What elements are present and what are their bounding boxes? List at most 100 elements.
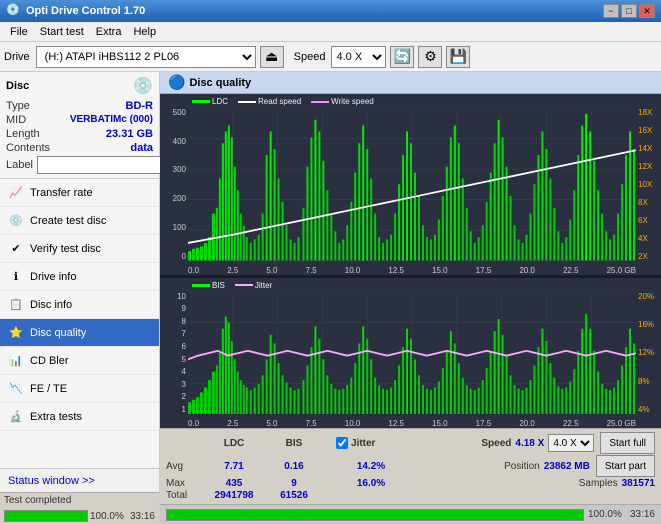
app-title: Opti Drive Control 1.70 <box>26 5 603 17</box>
legend-ldc-color <box>192 100 210 103</box>
extra-tests-icon: 🔬 <box>8 409 24 425</box>
legend-jitter: Jitter <box>235 281 272 290</box>
cd-bler-icon: 📊 <box>8 353 24 369</box>
nav-verify-test-disc[interactable]: ✔ Verify test disc <box>0 235 159 263</box>
right-progress-track <box>166 509 584 521</box>
position-area: Position 23862 MB <box>504 461 590 472</box>
total-label: Total <box>166 490 204 501</box>
position-label: Position <box>504 461 540 472</box>
progress-time: 33:16 <box>130 511 155 522</box>
disc-mid-label: MID <box>6 114 26 126</box>
disc-section-icon: 💿 <box>133 76 153 96</box>
nav-verify-test-disc-label: Verify test disc <box>30 243 101 255</box>
chart1-y-right: 18X 16X 14X 12X 10X 8X 6X 4X 2X <box>636 108 661 261</box>
chart1-x-labels: 0.0 2.5 5.0 7.5 10.0 12.5 15.0 17.5 20.0… <box>188 266 636 275</box>
nav-fe-te[interactable]: 📉 FE / TE <box>0 375 159 403</box>
speed-area: Speed 4.18 X 4.0 X <box>481 434 594 452</box>
nav-create-test-disc-label: Create test disc <box>30 215 106 227</box>
window-controls: − □ ✕ <box>603 4 655 18</box>
total-ldc: 2941798 <box>204 490 264 501</box>
legend-bis-label: BIS <box>212 281 225 290</box>
close-button[interactable]: ✕ <box>639 4 655 18</box>
legend-bis-color <box>192 284 210 287</box>
nav-fe-te-label: FE / TE <box>30 383 67 395</box>
menu-file[interactable]: File <box>4 24 34 40</box>
stat-header-bis: BIS <box>264 438 324 449</box>
disc-length-label: Length <box>6 128 40 140</box>
stats-total-row: Total 2941798 61526 <box>166 490 655 501</box>
menu-extra[interactable]: Extra <box>90 24 128 40</box>
avg-bis: 0.16 <box>264 461 324 472</box>
max-ldc: 435 <box>204 478 264 489</box>
chart1-y-left: 500 400 300 200 100 0 <box>160 108 188 261</box>
app-icon: 💿 <box>6 3 22 19</box>
status-window-button[interactable]: Status window >> <box>0 468 159 492</box>
save-button[interactable]: 💾 <box>446 46 470 68</box>
samples-value: 381571 <box>622 478 655 489</box>
disc-section: Disc 💿 Type BD-R MID VERBATIMc (000) Len… <box>0 72 159 179</box>
max-jitter: 16.0% <box>336 478 406 489</box>
disc-contents-value: data <box>130 142 153 154</box>
legend-read-color <box>238 101 256 103</box>
charts-area: LDC Read speed Write speed 500 400 <box>160 94 661 428</box>
status-label: Test completed <box>4 495 71 506</box>
nav-create-test-disc[interactable]: 💿 Create test disc <box>0 207 159 235</box>
stats-avg-row: Avg 7.71 0.16 14.2% Position 23862 MB St… <box>166 455 655 477</box>
right-progress-percent: 100.0% <box>588 509 626 520</box>
start-part-button[interactable]: Start part <box>596 455 655 477</box>
total-bis: 61526 <box>264 490 324 501</box>
disc-quality-header: 🔵 Disc quality <box>160 72 661 94</box>
avg-ldc: 7.71 <box>204 461 264 472</box>
nav-drive-info[interactable]: ℹ Drive info <box>0 263 159 291</box>
nav-extra-tests[interactable]: 🔬 Extra tests <box>0 403 159 431</box>
chart1-container: LDC Read speed Write speed 500 400 <box>160 94 661 275</box>
title-bar: 💿 Opti Drive Control 1.70 − □ ✕ <box>0 0 661 22</box>
eject-button[interactable]: ⏏ <box>260 46 284 68</box>
minimize-button[interactable]: − <box>603 4 619 18</box>
legend-read-speed: Read speed <box>238 97 301 106</box>
stat-speed-select[interactable]: 4.0 X <box>548 434 594 452</box>
menu-bar: File Start test Extra Help <box>0 22 661 42</box>
maximize-button[interactable]: □ <box>621 4 637 18</box>
right-progress-bar: 100.0% 33:16 <box>160 504 661 524</box>
position-value: 23862 MB <box>544 461 590 472</box>
right-progress-time: 33:16 <box>630 509 655 520</box>
nav-disc-info[interactable]: 📋 Disc info <box>0 291 159 319</box>
chart2-y-left: 10 9 8 7 6 5 4 3 2 1 <box>160 292 188 414</box>
settings-button[interactable]: ⚙ <box>418 46 442 68</box>
menu-start-test[interactable]: Start test <box>34 24 90 40</box>
stat-header-speed: Speed <box>481 438 511 449</box>
legend-ldc-label: LDC <box>212 97 228 106</box>
disc-quality-header-icon: 🔵 <box>168 74 185 91</box>
chart2-legend: BIS Jitter <box>192 281 272 290</box>
chart2-x-labels: 0.0 2.5 5.0 7.5 10.0 12.5 15.0 17.5 20.0… <box>188 419 636 428</box>
jitter-checkbox[interactable] <box>336 437 348 449</box>
nav-transfer-rate[interactable]: 📈 Transfer rate <box>0 179 159 207</box>
nav-cd-bler[interactable]: 📊 CD Bler <box>0 347 159 375</box>
transfer-rate-icon: 📈 <box>8 185 24 201</box>
nav-disc-quality[interactable]: ⭐ Disc quality <box>0 319 159 347</box>
disc-type-value: BD-R <box>126 100 154 112</box>
disc-quality-icon: ⭐ <box>8 325 24 341</box>
stat-speed-value: 4.18 X <box>515 438 544 449</box>
disc-contents-label: Contents <box>6 142 50 154</box>
disc-label-input[interactable] <box>37 156 175 174</box>
progress-percent: 100.0% <box>90 511 128 522</box>
chart1-legend: LDC Read speed Write speed <box>192 97 374 106</box>
chart2-container: BIS Jitter 10 9 8 7 6 5 4 <box>160 278 661 428</box>
progress-track <box>4 510 88 522</box>
drive-select[interactable]: (H:) ATAPI iHBS112 2 PL06 <box>36 46 256 68</box>
legend-bis: BIS <box>192 281 225 290</box>
disc-type-label: Type <box>6 100 30 112</box>
progress-fill <box>5 511 87 521</box>
stat-header-jitter: Jitter <box>351 438 375 449</box>
verify-test-disc-icon: ✔ <box>8 241 24 257</box>
refresh-button[interactable]: 🔄 <box>390 46 414 68</box>
legend-jitter-label: Jitter <box>255 281 272 290</box>
samples-area: Samples 381571 <box>579 478 655 489</box>
stat-header-ldc: LDC <box>204 438 264 449</box>
menu-help[interactable]: Help <box>127 24 162 40</box>
start-full-button[interactable]: Start full <box>600 432 655 454</box>
speed-select[interactable]: 4.0 X 2.0 X 8.0 X <box>331 46 386 68</box>
status-window-label: Status window >> <box>8 475 95 487</box>
